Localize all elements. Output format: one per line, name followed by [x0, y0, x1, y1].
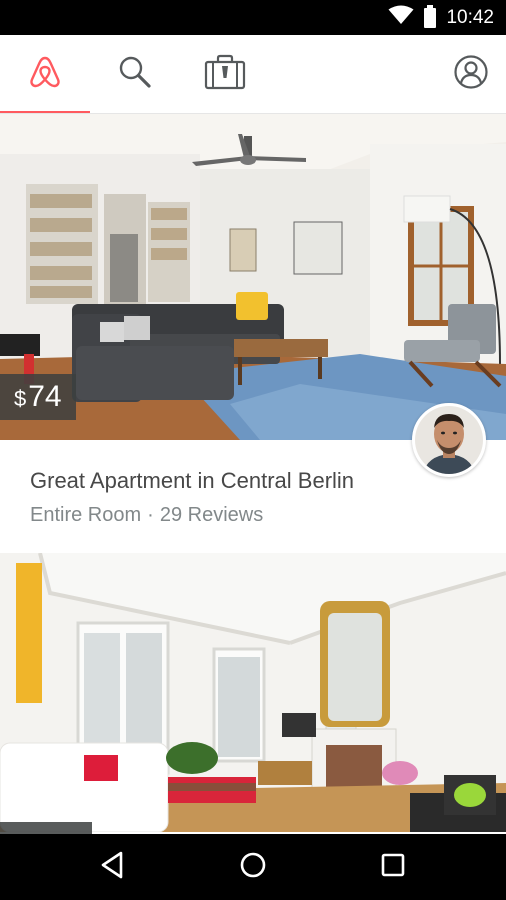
search-icon: [116, 53, 154, 96]
airbnb-logo-icon: [27, 54, 63, 95]
profile-icon: [453, 54, 489, 95]
back-button[interactable]: [72, 834, 152, 900]
price-amount: 74: [28, 380, 62, 413]
status-time: 10:42: [446, 6, 494, 28]
battery-icon: [424, 4, 437, 28]
listing-title: Great Apartment in Central Berlin: [30, 468, 355, 493]
home-icon: [239, 851, 267, 884]
tab-home[interactable]: [0, 35, 90, 114]
tab-trips[interactable]: [180, 35, 270, 114]
price-currency: $: [14, 386, 27, 411]
living-room-photo: [0, 114, 506, 440]
price-tag-2: [0, 822, 92, 834]
listing-photo-2[interactable]: [0, 553, 506, 832]
home-button[interactable]: [213, 834, 293, 900]
tab-search[interactable]: [90, 35, 180, 114]
status-bar: 10:42: [0, 0, 506, 35]
wifi-icon: [388, 5, 414, 30]
price-tag: $ 74: [0, 374, 76, 420]
listing-subtitle: Entire Room · 29 Reviews: [30, 504, 263, 527]
back-icon: [99, 851, 125, 884]
recents-icon: [380, 852, 406, 883]
suitcase-icon: [204, 54, 246, 95]
tab-profile[interactable]: [436, 35, 506, 114]
host-avatar-photo: [415, 406, 483, 474]
reviews-count: 29 Reviews: [159, 504, 264, 526]
top-nav: [0, 35, 506, 114]
listing-photo[interactable]: [0, 114, 506, 440]
parisian-living-room-photo: [0, 553, 506, 832]
separator: ·: [147, 504, 154, 526]
android-nav-bar: [0, 834, 506, 900]
recents-button[interactable]: [353, 834, 433, 900]
status-icons: 10:42: [388, 0, 494, 35]
room-type: Entire Room: [30, 504, 142, 526]
host-avatar[interactable]: [412, 403, 486, 477]
